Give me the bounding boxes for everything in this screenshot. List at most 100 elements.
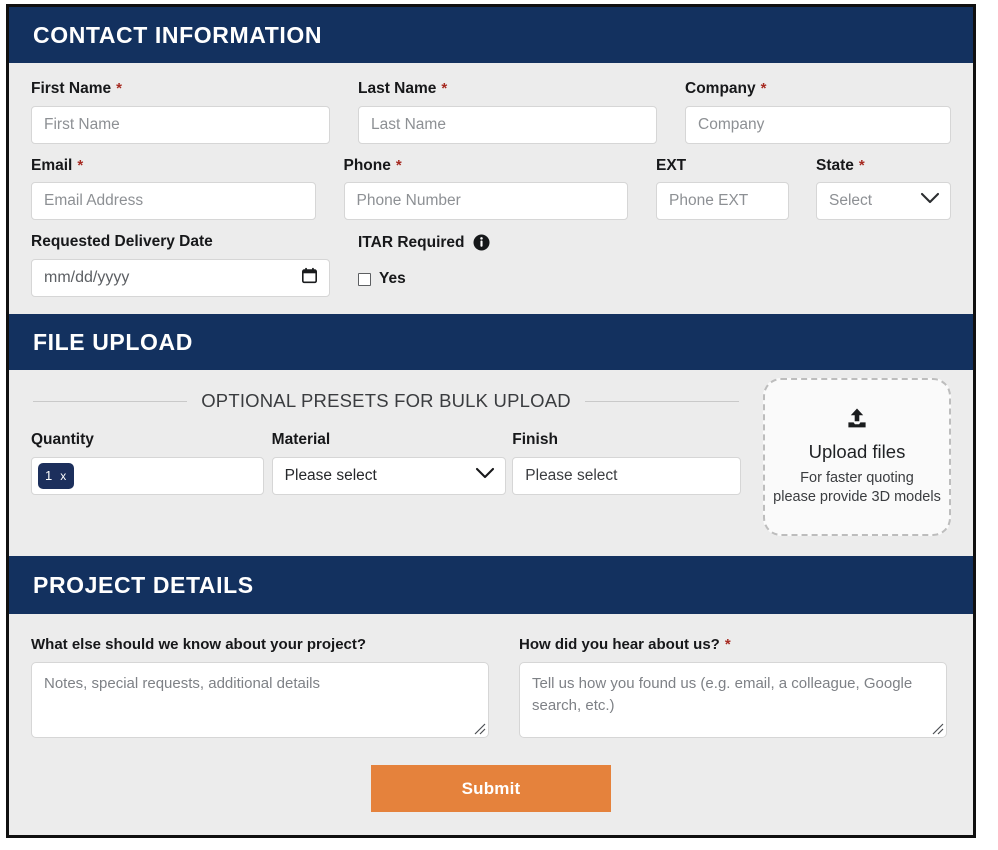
field-project-notes: What else should we know about your proj…	[31, 636, 489, 743]
label-itar-required-text: ITAR Required	[358, 235, 465, 251]
field-company: Company *	[685, 81, 951, 144]
dropzone-title: Upload files	[809, 442, 906, 462]
label-first-name-text: First Name	[31, 81, 111, 97]
calendar-icon[interactable]	[302, 267, 317, 288]
label-state-text: State	[816, 158, 854, 174]
label-last-name: Last Name *	[358, 81, 657, 97]
required-asterisk: *	[116, 81, 122, 96]
field-requested-delivery-date: Requested Delivery Date mm/dd/yyyy	[31, 234, 330, 298]
date-placeholder-text: mm/dd/yyyy	[44, 269, 129, 287]
required-asterisk: *	[725, 637, 731, 652]
label-itar-required: ITAR Required	[358, 234, 657, 251]
referral-source-wrapper	[519, 662, 947, 743]
finish-input[interactable]: Please select	[512, 457, 741, 495]
quantity-chip-remove-icon[interactable]: x	[60, 469, 66, 483]
required-asterisk: *	[859, 158, 865, 173]
label-phone-text: Phone	[344, 158, 391, 174]
first-name-input[interactable]	[31, 106, 330, 144]
info-circle-icon[interactable]	[473, 234, 490, 251]
label-state: State *	[816, 158, 951, 174]
material-select[interactable]: Please select	[272, 457, 507, 495]
required-asterisk: *	[77, 158, 83, 173]
label-quantity: Quantity	[31, 432, 264, 448]
label-ext: EXT	[656, 158, 789, 174]
section-header-project-details: PROJECT DETAILS	[9, 556, 973, 614]
field-material: Material Please select	[272, 432, 507, 495]
label-email: Email *	[31, 158, 316, 174]
project-details-row: What else should we know about your proj…	[31, 636, 951, 743]
required-asterisk: *	[761, 81, 767, 96]
required-asterisk: *	[441, 81, 447, 96]
optional-presets-divider: OPTIONAL PRESETS FOR BULK UPLOAD	[31, 390, 741, 412]
field-first-name: First Name *	[31, 81, 330, 144]
quote-request-form: CONTACT INFORMATION First Name * Last Na…	[6, 4, 976, 838]
itar-checkbox[interactable]	[358, 273, 371, 286]
contact-ext-state-group: EXT State * Select	[656, 158, 951, 221]
quantity-input[interactable]: 1 x	[31, 457, 264, 495]
field-ext: EXT	[656, 158, 789, 221]
quote-request-page: CONTACT INFORMATION First Name * Last Na…	[0, 0, 998, 850]
label-email-text: Email	[31, 158, 72, 174]
label-requested-delivery-date-text: Requested Delivery Date	[31, 234, 213, 250]
referral-source-textarea[interactable]	[519, 662, 947, 738]
label-project-notes-text: What else should we know about your proj…	[31, 636, 366, 653]
divider-line-left	[33, 401, 187, 402]
submit-button[interactable]: Submit	[371, 765, 611, 812]
company-input[interactable]	[685, 106, 951, 144]
submit-row: Submit	[31, 765, 951, 836]
itar-checkbox-label: Yes	[379, 270, 406, 288]
label-referral-source: How did you hear about us? *	[519, 636, 947, 653]
contact-information-body: First Name * Last Name * Company *	[9, 63, 973, 314]
date-input-wrapper: mm/dd/yyyy	[31, 259, 330, 297]
section-title-contact-information: CONTACT INFORMATION	[33, 24, 322, 47]
last-name-input[interactable]	[358, 106, 657, 144]
project-notes-textarea[interactable]	[31, 662, 489, 738]
ext-input[interactable]	[656, 182, 789, 220]
contact-row-date-itar: Requested Delivery Date mm/dd/yyyy	[31, 234, 951, 298]
label-material-text: Material	[272, 432, 331, 448]
finish-input-value: Please select	[525, 467, 617, 485]
required-asterisk: *	[396, 158, 402, 173]
label-first-name: First Name *	[31, 81, 330, 97]
state-select[interactable]: Select	[816, 182, 951, 220]
label-referral-source-text: How did you hear about us?	[519, 636, 720, 653]
field-itar-required: ITAR Required Yes	[358, 234, 657, 298]
label-project-notes: What else should we know about your proj…	[31, 636, 489, 653]
field-phone: Phone *	[344, 158, 629, 221]
field-quantity: Quantity 1 x	[31, 432, 264, 495]
field-email: Email *	[31, 158, 316, 221]
label-company-text: Company	[685, 81, 756, 97]
email-input[interactable]	[31, 182, 316, 220]
project-details-body: What else should we know about your proj…	[9, 614, 973, 836]
file-dropzone[interactable]: Upload files For faster quoting please p…	[763, 378, 951, 536]
label-last-name-text: Last Name	[358, 81, 436, 97]
requested-delivery-date-input[interactable]: mm/dd/yyyy	[31, 259, 330, 297]
state-select-value: Select	[829, 192, 872, 210]
section-header-file-upload: FILE UPLOAD	[9, 314, 973, 370]
material-select-value: Please select	[285, 467, 377, 485]
dropzone-subtitle: For faster quoting please provide 3D mod…	[773, 469, 941, 507]
label-material: Material	[272, 432, 507, 448]
phone-input[interactable]	[344, 182, 629, 220]
file-upload-body: OPTIONAL PRESETS FOR BULK UPLOAD Quantit…	[9, 370, 973, 556]
divider-line-right	[585, 401, 739, 402]
label-company: Company *	[685, 81, 951, 97]
dropzone-subtitle-line1: For faster quoting	[773, 469, 941, 488]
label-quantity-text: Quantity	[31, 432, 94, 448]
field-finish: Finish Please select	[512, 432, 741, 495]
quantity-chip[interactable]: 1 x	[38, 463, 74, 489]
presets-fields-row: Quantity 1 x Material	[31, 432, 741, 495]
label-phone: Phone *	[344, 158, 629, 174]
bulk-presets-column: OPTIONAL PRESETS FOR BULK UPLOAD Quantit…	[31, 370, 741, 536]
section-title-file-upload: FILE UPLOAD	[33, 331, 193, 354]
label-finish-text: Finish	[512, 432, 558, 448]
state-select-wrapper: Select	[816, 182, 951, 220]
label-finish: Finish	[512, 432, 741, 448]
label-requested-delivery-date: Requested Delivery Date	[31, 234, 330, 250]
section-title-project-details: PROJECT DETAILS	[33, 574, 254, 597]
contact-row-contactinfo: Email * Phone * EXT	[31, 158, 951, 221]
field-state: State * Select	[816, 158, 951, 221]
quantity-chip-value: 1	[45, 468, 52, 483]
contact-row-names: First Name * Last Name * Company *	[31, 81, 951, 144]
itar-checkbox-row[interactable]: Yes	[358, 260, 657, 298]
